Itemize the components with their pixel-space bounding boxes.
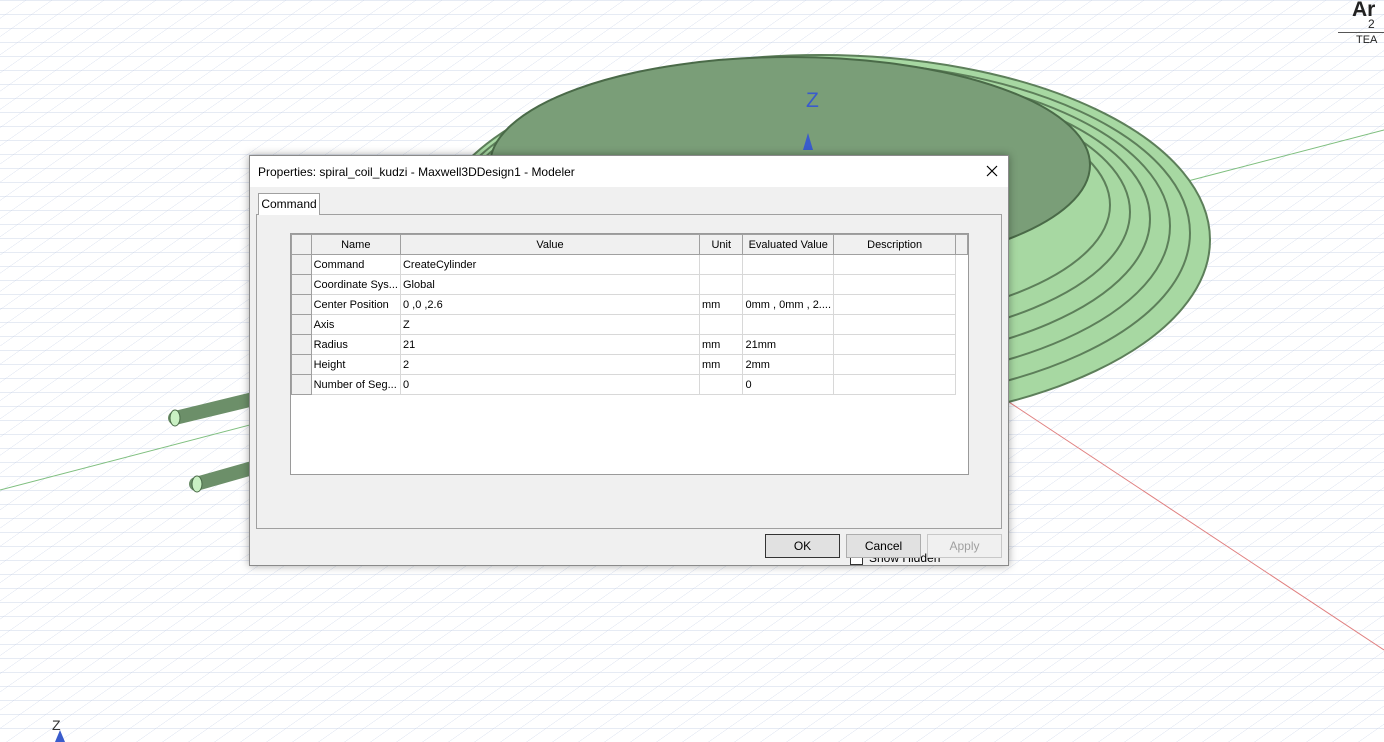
dialog-titlebar[interactable]: Properties: spiral_coil_kudzi - Maxwell3…	[250, 156, 1008, 187]
cell-value[interactable]: 21	[399, 334, 701, 355]
cell-description	[833, 274, 957, 295]
row-header[interactable]	[291, 334, 312, 355]
cell-description	[833, 254, 957, 275]
properties-grid[interactable]: Name Value Unit Evaluated Value Descript…	[290, 233, 969, 475]
cell-value[interactable]: 2	[399, 354, 701, 375]
cell-evaluated-value	[742, 254, 835, 275]
cell-name: Number of Seg...	[310, 374, 401, 395]
properties-table: Name Value Unit Evaluated Value Descript…	[291, 234, 968, 395]
cell-evaluated-value	[742, 274, 835, 295]
cell-unit[interactable]	[699, 254, 744, 275]
close-button[interactable]	[980, 160, 1004, 182]
cell-evaluated-value: 0	[742, 374, 835, 395]
cell-unit[interactable]: mm	[699, 294, 744, 315]
cell-value[interactable]: Global	[399, 274, 701, 295]
cell-evaluated-value	[742, 314, 835, 335]
table-row[interactable]: Radius 21 mm 21mm	[291, 334, 968, 355]
command-tab-panel: Name Value Unit Evaluated Value Descript…	[256, 214, 1002, 565]
row-header[interactable]	[291, 374, 312, 395]
cell-evaluated-value: 21mm	[742, 334, 835, 355]
cell-unit[interactable]: mm	[699, 354, 744, 375]
cell-unit[interactable]	[699, 274, 744, 295]
table-row[interactable]: Axis Z	[291, 314, 968, 335]
cell-description	[833, 294, 957, 315]
cell-name: Coordinate Sys...	[310, 274, 401, 295]
column-header-unit[interactable]: Unit	[699, 234, 744, 255]
column-header-value[interactable]: Value	[399, 234, 701, 255]
cell-value[interactable]: Z	[399, 314, 701, 335]
cell-description	[833, 334, 957, 355]
table-header-row: Name Value Unit Evaluated Value Descript…	[291, 234, 968, 255]
table-row[interactable]: Height 2 mm 2mm	[291, 354, 968, 375]
cell-description	[833, 314, 957, 335]
table-row[interactable]: Coordinate Sys... Global	[291, 274, 968, 295]
dialog-title: Properties: spiral_coil_kudzi - Maxwell3…	[258, 165, 575, 179]
column-header-description[interactable]: Description	[833, 234, 957, 255]
cell-unit[interactable]	[699, 374, 744, 395]
header-end	[955, 234, 968, 255]
apply-button[interactable]: Apply	[927, 534, 1002, 558]
cell-name: Height	[310, 354, 401, 375]
column-header-name[interactable]: Name	[310, 234, 401, 255]
logo-version: 2	[1368, 17, 1375, 31]
column-header-evaluated-value[interactable]: Evaluated Value	[742, 234, 835, 255]
cell-value[interactable]: 0 ,0 ,2.6	[399, 294, 701, 315]
row-header[interactable]	[291, 274, 312, 295]
tab-command[interactable]: Command	[258, 193, 320, 215]
close-icon	[986, 165, 998, 177]
cell-evaluated-value: 0mm , 0mm , 2....	[742, 294, 835, 315]
row-header[interactable]	[291, 314, 312, 335]
logo-divider	[1338, 32, 1384, 33]
table-row[interactable]: Command CreateCylinder	[291, 254, 968, 275]
cell-name: Axis	[310, 314, 401, 335]
logo-subtext: TEA	[1356, 34, 1378, 46]
cell-name: Command	[310, 254, 401, 275]
cell-unit[interactable]: mm	[699, 334, 744, 355]
cell-description	[833, 354, 957, 375]
cell-name: Center Position	[310, 294, 401, 315]
properties-dialog: Properties: spiral_coil_kudzi - Maxwell3…	[249, 155, 1009, 566]
ok-button[interactable]: OK	[765, 534, 840, 558]
cell-value[interactable]: CreateCylinder	[399, 254, 701, 275]
cell-description	[833, 374, 957, 395]
row-header[interactable]	[291, 254, 312, 275]
ansys-logo: Ar 2 TEA	[1338, 0, 1384, 50]
cell-value[interactable]: 0	[399, 374, 701, 395]
table-row[interactable]: Number of Seg... 0 0	[291, 374, 968, 395]
row-header[interactable]	[291, 354, 312, 375]
z-axis-label: Z	[806, 89, 819, 112]
corner-triad-z-label: Z	[52, 717, 61, 733]
cell-unit[interactable]	[699, 314, 744, 335]
cell-evaluated-value: 2mm	[742, 354, 835, 375]
cell-name: Radius	[310, 334, 401, 355]
corner-header	[291, 234, 312, 255]
cancel-button[interactable]: Cancel	[846, 534, 921, 558]
table-row[interactable]: Center Position 0 ,0 ,2.6 mm 0mm , 0mm , 2.…	[291, 294, 968, 315]
row-header[interactable]	[291, 294, 312, 315]
